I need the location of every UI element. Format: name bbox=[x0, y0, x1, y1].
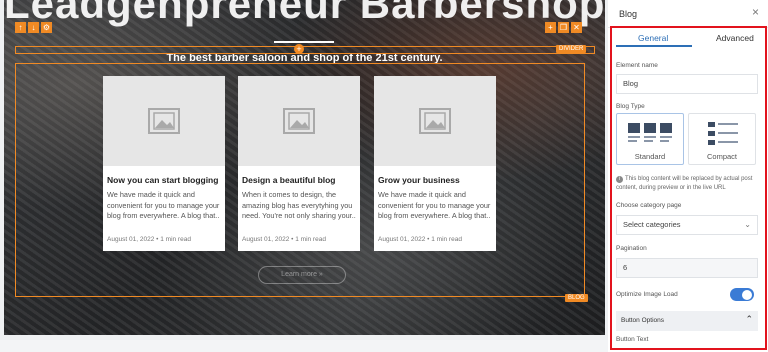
image-placeholder bbox=[238, 76, 360, 166]
hero-title[interactable]: Leadgenpreneur Barbershop bbox=[4, 0, 605, 28]
settings-icon[interactable]: ⚙ bbox=[41, 22, 52, 33]
copy-icon[interactable]: ❐ bbox=[558, 22, 569, 33]
move-down-icon[interactable]: ↓ bbox=[28, 22, 39, 33]
post-title: Design a beautiful blog bbox=[242, 175, 336, 185]
add-icon[interactable]: + bbox=[545, 22, 556, 33]
post-title: Grow your business bbox=[378, 175, 460, 185]
delete-icon[interactable]: ✕ bbox=[571, 22, 582, 33]
divider-selection-outline bbox=[15, 46, 595, 54]
panel-header: Blog × bbox=[608, 0, 768, 28]
post-excerpt: When it comes to design, the amazing blo… bbox=[242, 190, 356, 221]
image-icon bbox=[419, 108, 451, 134]
post-title: Now you can start blogging bbox=[107, 175, 219, 185]
blog-card[interactable]: Design a beautiful blog When it comes to… bbox=[238, 76, 360, 251]
learn-more-button[interactable]: Learn more » bbox=[258, 266, 346, 284]
post-meta: August 01, 2022 • 1 min read bbox=[242, 236, 326, 243]
blog-card[interactable]: Now you can start blogging We have made … bbox=[103, 76, 225, 251]
panel-highlight-box bbox=[610, 26, 767, 350]
image-placeholder bbox=[103, 76, 225, 166]
add-section-icon[interactable]: + bbox=[294, 44, 304, 54]
divider-badge: DIVIDER bbox=[556, 45, 587, 53]
blog-badge: BLOG bbox=[565, 294, 588, 302]
post-excerpt: We have made it quick and convenient for… bbox=[107, 190, 220, 221]
hero-divider bbox=[274, 41, 334, 43]
close-icon[interactable]: × bbox=[752, 5, 759, 19]
image-icon bbox=[283, 108, 315, 134]
post-meta: August 01, 2022 • 1 min read bbox=[378, 236, 462, 243]
image-icon bbox=[148, 108, 180, 134]
post-meta: August 01, 2022 • 1 min read bbox=[107, 236, 191, 243]
post-excerpt: We have made it quick and convenient for… bbox=[378, 190, 491, 221]
editor-canvas[interactable]: Leadgenpreneur Barbershop The best barbe… bbox=[4, 0, 605, 335]
blog-card[interactable]: Grow your business We have made it quick… bbox=[374, 76, 496, 251]
canvas-footer-strip bbox=[0, 340, 608, 352]
image-placeholder bbox=[374, 76, 496, 166]
move-up-icon[interactable]: ↑ bbox=[15, 22, 26, 33]
panel-title: Blog bbox=[619, 9, 638, 19]
